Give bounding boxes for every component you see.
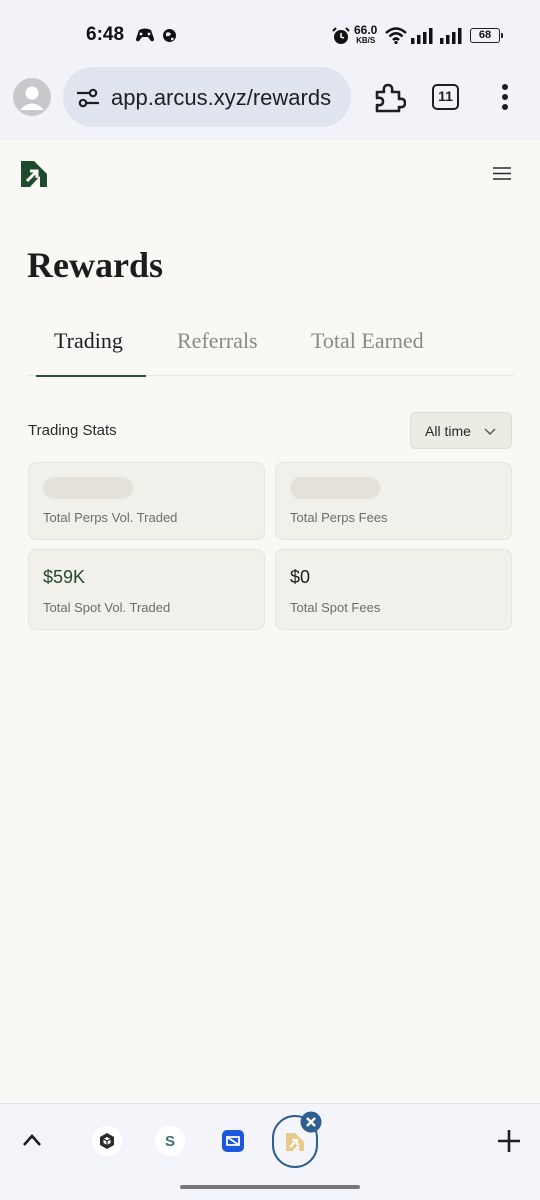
site-settings-icon[interactable] [76,87,100,109]
status-bar: 6:48 66.0 KB/S 68 [0,0,540,64]
card-label: Total Spot Fees [290,600,381,615]
card-value: $59K [43,567,86,587]
filter-label: All time [425,423,471,439]
net-speed-unit: KB/S [356,36,376,45]
tab-trading[interactable]: Trading [54,328,123,354]
tab-referrals[interactable]: Referrals [177,328,258,354]
hamburger-menu-icon[interactable] [493,167,511,180]
overflow-menu-icon[interactable] [500,82,510,112]
arcus-logo-icon[interactable] [21,161,47,187]
address-bar[interactable]: app.arcus.xyz/rewards [63,67,351,127]
alarm-icon [332,27,350,44]
loading-skeleton [43,477,133,499]
loading-skeleton [290,477,380,499]
net-speed: 66.0 KB/S [354,23,378,45]
url-text: app.arcus.xyz/rewards [111,85,332,110]
s-app-icon[interactable]: S [155,1126,185,1156]
battery-indicator: 68 [470,28,503,43]
s-app-glyph: S [164,1132,175,1150]
stat-card-spot-volume: $59K Total Spot Vol. Traded [28,549,265,630]
gesture-bar[interactable] [180,1185,360,1189]
signal-icon [411,28,433,44]
net-speed-value: 66.0 [354,23,378,37]
stat-card-perps-fees: Total Perps Fees [275,462,512,540]
status-time: 6:48 [86,24,125,45]
profile-icon[interactable] [13,78,51,116]
stat-card-spot-fees: $0 Total Spot Fees [275,549,512,630]
wifi-icon [385,27,407,44]
tab-strip: S [0,1103,540,1177]
new-tab-icon[interactable] [497,1129,521,1153]
stat-card-perps-volume: Total Perps Vol. Traded [28,462,265,540]
rewards-tabs: Trading Referrals Total Earned [28,326,514,377]
page-title: Rewards [27,245,163,285]
card-label: Total Perps Vol. Traded [43,510,178,525]
extensions-icon[interactable] [372,80,406,114]
tab-switcher-button[interactable]: 11 [432,84,459,110]
card-label: Total Spot Vol. Traded [43,600,171,615]
chevron-up-icon[interactable] [22,1133,42,1147]
tab-total-earned[interactable]: Total Earned [311,328,424,354]
time-filter-dropdown[interactable]: All time [410,412,512,449]
blue-app-icon[interactable] [218,1126,248,1156]
section-label: Trading Stats [28,422,117,439]
close-tab-icon[interactable] [300,1111,322,1133]
gesture-area [0,1177,540,1200]
box-app-icon[interactable] [92,1126,122,1156]
chevron-down-icon [484,428,496,435]
signal-icon [440,28,462,44]
browser-toolbar: app.arcus.xyz/rewards 11 [0,64,540,140]
active-tab-indicator [36,374,146,377]
globe-icon [163,29,176,42]
arcus-app-icon [286,1132,304,1151]
card-value: $0 [290,567,311,587]
game-controller-icon [136,28,154,42]
card-label: Total Perps Fees [290,510,388,525]
